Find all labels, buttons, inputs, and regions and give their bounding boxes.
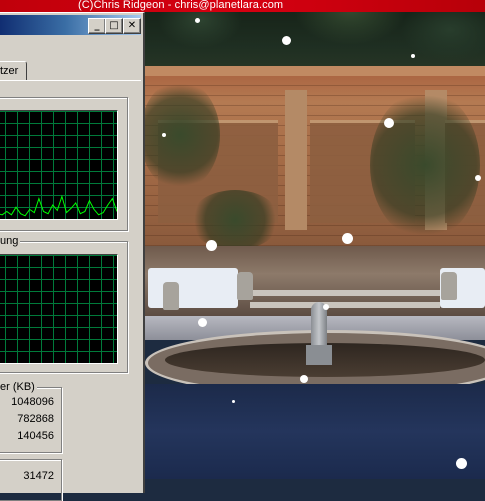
maximize-button[interactable]: □ (105, 18, 123, 34)
snowflake (198, 318, 207, 327)
commit-charge-group: er (KB) 1048096 782868 140456 (0, 381, 62, 453)
snowflake (323, 304, 329, 310)
wallpaper-credit-text: (C)Chris Ridgeon - chris@planetlara.com (78, 0, 284, 11)
close-button[interactable]: ✕ (123, 18, 141, 34)
tab-label: tzer (0, 65, 19, 77)
wallpaper-ivy (140, 80, 220, 190)
wallpaper-ivy (190, 190, 280, 250)
minimize-icon: _ (94, 20, 100, 31)
wallpaper-step-edge (250, 302, 440, 308)
memory-usage-history-group: ung (0, 235, 128, 373)
commit-charge-value: 140456 (17, 430, 54, 442)
snowflake (162, 133, 166, 137)
snowflake (300, 375, 308, 383)
wallpaper-snow-bank (148, 268, 238, 308)
tab-networking[interactable]: tzer (0, 61, 27, 81)
wallpaper-urn (441, 272, 457, 300)
tab-pane-border (0, 80, 141, 81)
snowflake (384, 118, 394, 128)
commit-charge-value: 782868 (17, 413, 54, 425)
wallpaper-credit-banner: (C)Chris Ridgeon - chris@planetlara.com (0, 0, 485, 12)
snowflake (456, 458, 467, 469)
cpu-usage-chart (0, 194, 117, 217)
cpu-usage-history-group (0, 97, 128, 231)
kernel-memory-group: 31472 (0, 459, 62, 501)
wallpaper-pilaster (285, 90, 307, 230)
wallpaper-step-edge (250, 290, 440, 296)
wallpaper-urn (237, 272, 253, 300)
cpu-usage-trace (0, 194, 117, 217)
commit-charge-value: 1048096 (11, 396, 54, 408)
window-title-bar[interactable]: _ □ ✕ (0, 15, 141, 35)
wallpaper-wall-coping (145, 66, 485, 76)
wallpaper-statue-plinth (306, 345, 332, 365)
wallpaper-shaded-lawn (145, 384, 485, 479)
snowflake (232, 400, 235, 403)
snowflake (195, 18, 200, 23)
close-icon: ✕ (127, 20, 137, 31)
snowflake (282, 36, 291, 45)
snowflake (206, 240, 217, 251)
minimize-button[interactable]: _ (88, 18, 106, 34)
memory-history-label: ung (0, 235, 21, 247)
snowflake (411, 54, 415, 58)
task-manager-window: _ □ ✕ tzer ung er (KB) 1048096 782868 14… (0, 12, 145, 501)
maximize-icon: □ (109, 20, 119, 31)
wallpaper-urn (163, 282, 179, 310)
cpu-usage-graph (0, 110, 118, 220)
kernel-memory-value: 31472 (23, 470, 54, 482)
wallpaper-ivy (370, 90, 480, 240)
memory-usage-graph (0, 254, 118, 364)
snowflake (342, 233, 353, 244)
commit-charge-label: er (KB) (0, 381, 37, 393)
snowflake (475, 175, 481, 181)
